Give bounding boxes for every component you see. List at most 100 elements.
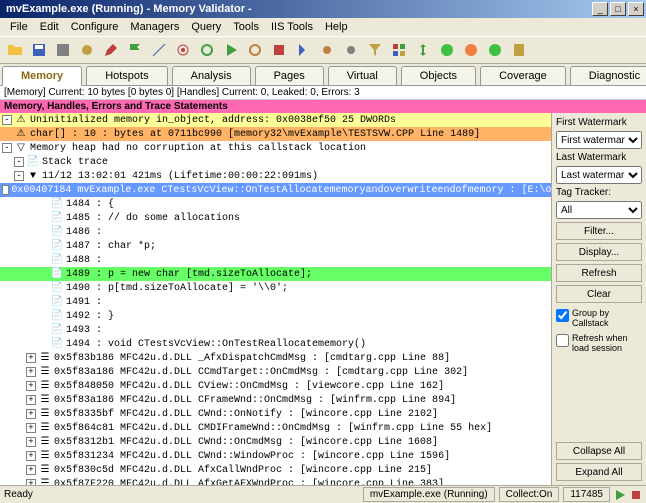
display-button[interactable]: Display...: [556, 243, 642, 261]
tree-row[interactable]: +☰0x5f83a186 MFC42u.d.DLL CCmdTarget::On…: [0, 365, 551, 379]
tag-tracker-select[interactable]: All: [556, 201, 642, 219]
tree-row[interactable]: +☰0x5f8335bf MFC42u.d.DLL CWnd::OnNotify…: [0, 407, 551, 421]
row-text: 0x5f8335bf MFC42u.d.DLL CWnd::OnNotify :…: [54, 409, 438, 420]
menu-query[interactable]: Query: [185, 19, 227, 35]
row-text: 1488 :: [66, 255, 102, 266]
tree-row[interactable]: -📄Stack trace: [0, 155, 551, 169]
filter-icon[interactable]: [364, 39, 386, 61]
wand-icon[interactable]: [148, 39, 170, 61]
expander-icon[interactable]: +: [26, 367, 36, 377]
tree-view[interactable]: -⚠Uninitialized memory in_object, addres…: [0, 113, 551, 485]
refresh2-icon[interactable]: [484, 39, 506, 61]
menu-managers[interactable]: Managers: [124, 19, 185, 35]
target-icon[interactable]: [172, 39, 194, 61]
save-icon[interactable]: [28, 39, 50, 61]
tree-row[interactable]: ⚠char[] : 10 : bytes at 0711bc990 [memor…: [0, 127, 551, 141]
expander-icon[interactable]: +: [26, 381, 36, 391]
menu-configure[interactable]: Configure: [65, 19, 125, 35]
collapse-all-button[interactable]: Collapse All: [556, 442, 642, 460]
tab-hotspots[interactable]: Hotspots: [86, 66, 167, 85]
stop-icon[interactable]: [268, 39, 290, 61]
tree-row[interactable]: -⚠Uninitialized memory in_object, addres…: [0, 113, 551, 127]
expander-icon[interactable]: -: [2, 115, 12, 125]
maximize-button[interactable]: □: [610, 2, 626, 16]
tab-memory[interactable]: Memory: [2, 66, 82, 86]
infobar: [Memory] Current: 10 bytes [0 bytes 0] […: [0, 86, 646, 100]
tree-row[interactable]: 📄1491 :: [0, 295, 551, 309]
refresh-when-load-checkbox[interactable]: [556, 334, 569, 347]
group-by-callstack-checkbox[interactable]: [556, 309, 569, 322]
book-icon[interactable]: [508, 39, 530, 61]
tree-row[interactable]: +☰0x5f864c81 MFC42u.d.DLL CMDIFrameWnd::…: [0, 421, 551, 435]
tree-row[interactable]: 📄1487 : char *p;: [0, 239, 551, 253]
tab-virtual[interactable]: Virtual: [328, 66, 397, 85]
grid-icon[interactable]: [388, 39, 410, 61]
tab-coverage[interactable]: Coverage: [480, 66, 566, 85]
tree-row[interactable]: 📄1485 : // do some allocations: [0, 211, 551, 225]
gear-icon[interactable]: [340, 39, 362, 61]
step-icon[interactable]: [292, 39, 314, 61]
tree-row[interactable]: 📄1490 : p[tmd.sizeToAllocate] = '\\0';: [0, 281, 551, 295]
tree-row[interactable]: +☰0x5f831234 MFC42u.d.DLL CWnd::WindowPr…: [0, 449, 551, 463]
tree-row[interactable]: 📄1488 :: [0, 253, 551, 267]
menu-file[interactable]: File: [4, 19, 34, 35]
tab-analysis[interactable]: Analysis: [172, 66, 251, 85]
open-icon[interactable]: [4, 39, 26, 61]
tree-row[interactable]: 📄1489 : p = new char [tmd.sizeToAllocate…: [0, 267, 551, 281]
tree-row[interactable]: +☰0x5f87F220 MFC42u.d.DLL AfxGetAFXWndPr…: [0, 477, 551, 485]
tree-row[interactable]: 📄1492 : }: [0, 309, 551, 323]
expander-icon[interactable]: -: [14, 157, 24, 167]
expander-icon[interactable]: -: [2, 185, 9, 195]
tree-row[interactable]: +☰0x5f830c5d MFC42u.d.DLL AfxCallWndProc…: [0, 463, 551, 477]
refresh-button[interactable]: Refresh: [556, 264, 642, 282]
tree-row[interactable]: -▽Memory heap had no corruption at this …: [0, 141, 551, 155]
tree-row[interactable]: +☰0x5f83b186 MFC42u.d.DLL _AfxDispatchCm…: [0, 351, 551, 365]
tree-row[interactable]: +☰0x5f83a186 MFC42u.d.DLL CFrameWnd::OnC…: [0, 393, 551, 407]
menu-tools[interactable]: Tools: [227, 19, 265, 35]
tab-pages[interactable]: Pages: [255, 66, 324, 85]
row-text: 1489 : p = new char [tmd.sizeToAllocate]…: [66, 269, 312, 280]
restart-icon[interactable]: [244, 39, 266, 61]
menu-iis[interactable]: IIS Tools: [265, 19, 319, 35]
play-icon[interactable]: [220, 39, 242, 61]
tree-row[interactable]: -0x00407184 mvExample.exe CTestsVcView::…: [0, 183, 551, 197]
expander-icon[interactable]: +: [26, 451, 36, 461]
refresh-orange-icon[interactable]: [460, 39, 482, 61]
menu-help[interactable]: Help: [319, 19, 354, 35]
expander-icon[interactable]: +: [26, 395, 36, 405]
expander-icon[interactable]: +: [26, 353, 36, 363]
expander-icon[interactable]: +: [26, 479, 36, 485]
row-icon: 📄: [50, 268, 64, 280]
tree-row[interactable]: -▼11/12 13:02:01 421ms (Lifetime:00:00:2…: [0, 169, 551, 183]
tree-row[interactable]: 📄1486 :: [0, 225, 551, 239]
arrows-icon[interactable]: [412, 39, 434, 61]
first-watermark-select[interactable]: First watermark: [556, 131, 642, 149]
sync-icon[interactable]: [196, 39, 218, 61]
expander-icon[interactable]: +: [26, 465, 36, 475]
clear-button[interactable]: Clear: [556, 285, 642, 303]
settings-icon[interactable]: [76, 39, 98, 61]
disk-icon[interactable]: [52, 39, 74, 61]
refresh-green-icon[interactable]: [436, 39, 458, 61]
expand-all-button[interactable]: Expand All: [556, 463, 642, 481]
close-button[interactable]: ×: [628, 2, 644, 16]
last-watermark-select[interactable]: Last watermark: [556, 166, 642, 184]
tree-row[interactable]: +☰0x5f848050 MFC42u.d.DLL CView::OnCmdMs…: [0, 379, 551, 393]
expander-icon[interactable]: +: [26, 437, 36, 447]
menu-edit[interactable]: Edit: [34, 19, 65, 35]
expander-icon[interactable]: -: [14, 171, 24, 181]
expander-icon[interactable]: +: [26, 423, 36, 433]
tab-diagnostic[interactable]: Diagnostic: [570, 66, 646, 85]
expander-icon[interactable]: -: [2, 143, 12, 153]
tree-row[interactable]: 📄1493 :: [0, 323, 551, 337]
flag-icon[interactable]: [124, 39, 146, 61]
tree-row[interactable]: 📄1484 : {: [0, 197, 551, 211]
filter-button[interactable]: Filter...: [556, 222, 642, 240]
tab-objects[interactable]: Objects: [401, 66, 476, 85]
pencil-icon[interactable]: [100, 39, 122, 61]
link-icon[interactable]: [316, 39, 338, 61]
tree-row[interactable]: +☰0x5f8312b1 MFC42u.d.DLL CWnd::OnCmdMsg…: [0, 435, 551, 449]
minimize-button[interactable]: _: [592, 2, 608, 16]
tree-row[interactable]: 📄1494 : void CTestsVcView::OnTestRealloc…: [0, 337, 551, 351]
expander-icon[interactable]: +: [26, 409, 36, 419]
